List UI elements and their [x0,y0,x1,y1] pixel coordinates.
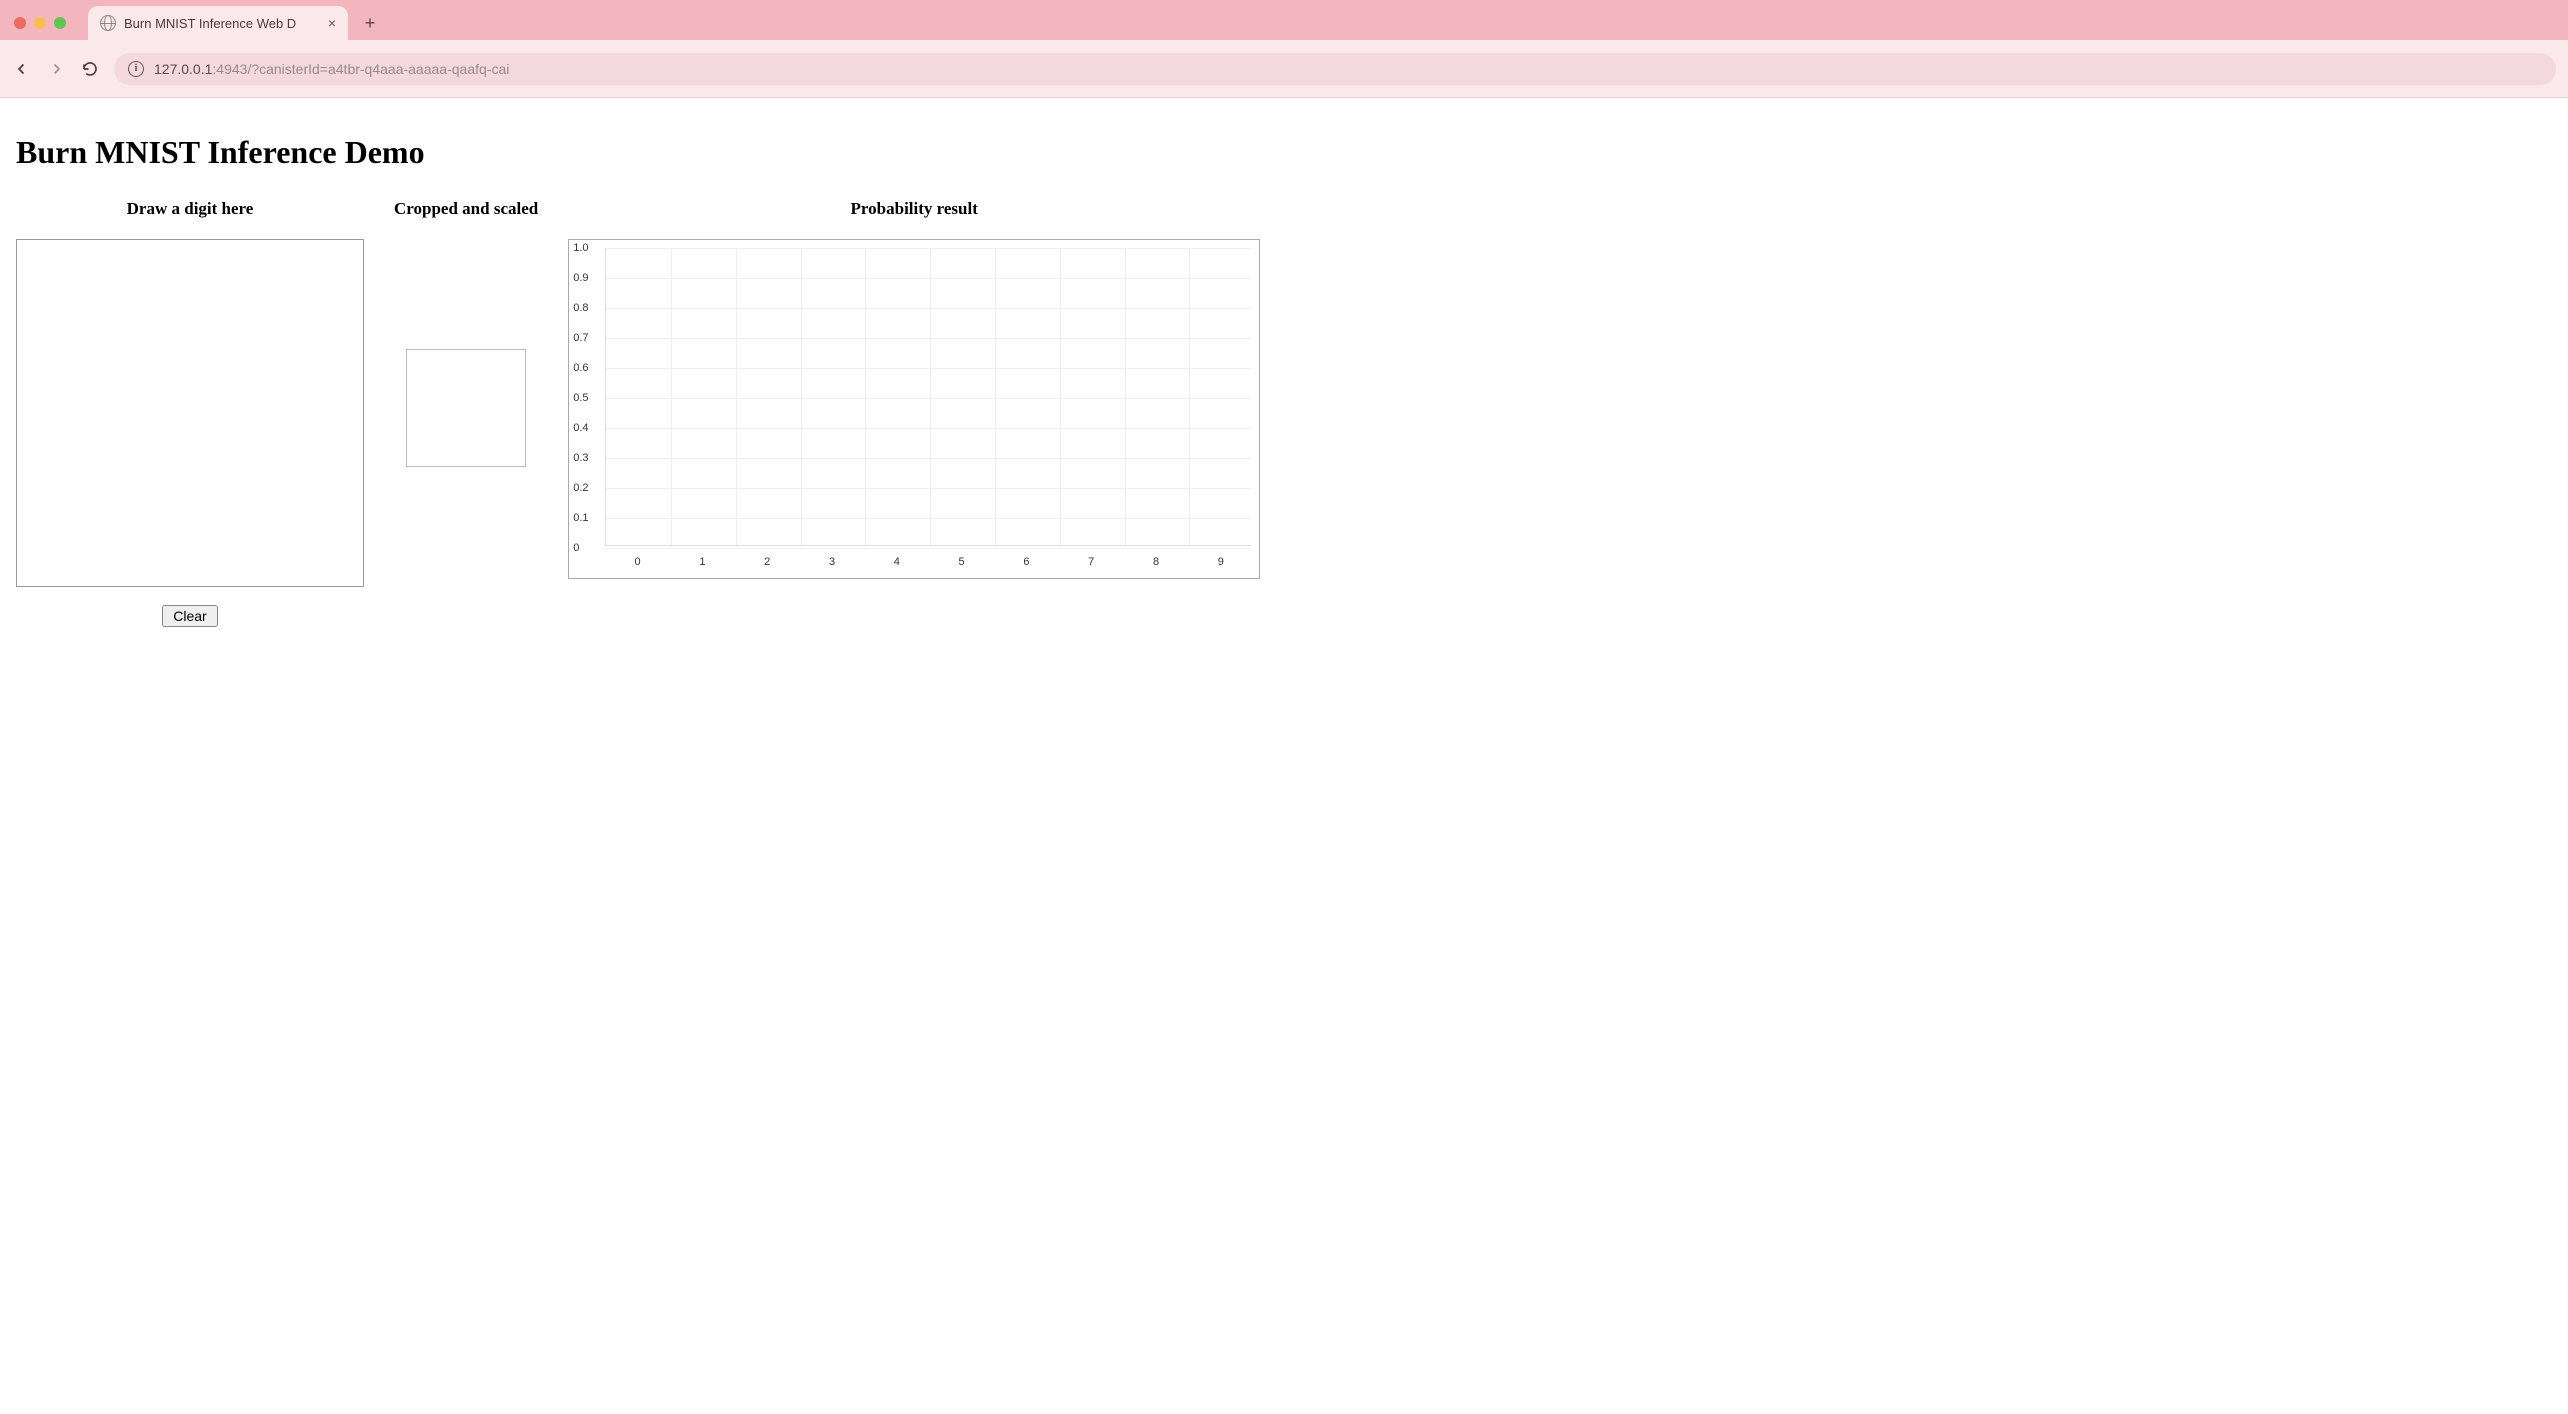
chart-ytick: 1.0 [573,242,588,254]
url-host: 127.0.0.1 [154,61,212,77]
chart-ytick: 0.2 [573,482,588,494]
result-header: Probability result [851,199,978,219]
window-controls [14,17,66,29]
draw-header: Draw a digit here [127,199,254,219]
back-button[interactable] [12,59,32,79]
page-content: Burn MNIST Inference Demo Draw a digit h… [0,98,2568,643]
site-info-icon[interactable]: i [128,61,144,77]
reload-button[interactable] [80,59,100,79]
chart-ytick: 0 [573,542,579,554]
browser-chrome: Burn MNIST Inference Web D × + i 127.0.0… [0,0,2568,98]
chart-xtick: 3 [829,556,835,568]
main-columns: Draw a digit here Clear Cropped and scal… [16,199,2552,627]
browser-toolbar: i 127.0.0.1:4943/?canisterId=a4tbr-q4aaa… [0,40,2568,98]
close-tab-icon[interactable]: × [328,15,336,31]
chart-xtick: 4 [894,556,900,568]
chart-ytick: 0.5 [573,392,588,404]
new-tab-button[interactable]: + [356,9,384,37]
probability-chart: 1.0 0.9 0.8 0.7 0.6 0.5 0.4 0.3 0.2 0.1 0 0 1 2 3 4 5 6 7 8… [568,239,1260,579]
address-bar[interactable]: i 127.0.0.1:4943/?canisterId=a4tbr-q4aaa… [114,53,2556,85]
chart-ytick: 0.9 [573,272,588,284]
chart-plot-area [605,248,1251,546]
url-path: /?canisterId=a4tbr-q4aaa-aaaaa-qaafq-cai [247,61,509,77]
chart-xtick: 7 [1088,556,1094,568]
forward-button[interactable] [46,59,66,79]
chart-ytick: 0.4 [573,422,588,434]
globe-icon [100,15,116,31]
chart-xtick: 6 [1023,556,1029,568]
chart-ytick: 0.3 [573,452,588,464]
chart-ytick: 0.7 [573,332,588,344]
chart-ytick: 0.1 [573,512,588,524]
url-display: 127.0.0.1:4943/?canisterId=a4tbr-q4aaa-a… [154,61,509,77]
tab-strip: Burn MNIST Inference Web D × + [0,0,2568,40]
tab-title: Burn MNIST Inference Web D [124,16,296,31]
browser-tab[interactable]: Burn MNIST Inference Web D × [88,6,348,40]
chart-ytick: 0.8 [573,302,588,314]
chart-xtick: 1 [699,556,705,568]
chart-xtick: 8 [1153,556,1159,568]
result-column: Probability result 1.0 0.9 0.8 0.7 0.6 0.5 0.4… [568,199,1260,579]
minimize-window-button[interactable] [34,17,46,29]
clear-button[interactable]: Clear [162,605,217,627]
close-window-button[interactable] [14,17,26,29]
maximize-window-button[interactable] [54,17,66,29]
scaled-header: Cropped and scaled [394,199,538,219]
draw-canvas[interactable] [16,239,364,587]
arrow-right-icon [47,60,65,78]
chart-xtick: 5 [959,556,965,568]
chart-xtick: 0 [635,556,641,568]
chart-xtick: 9 [1218,556,1224,568]
url-port: :4943 [212,61,247,77]
draw-column: Draw a digit here Clear [16,199,364,627]
reload-icon [81,60,99,78]
scaled-column: Cropped and scaled [394,199,538,467]
page-title: Burn MNIST Inference Demo [16,134,2552,171]
chart-ytick: 0.6 [573,362,588,374]
arrow-left-icon [13,60,31,78]
chart-xtick: 2 [764,556,770,568]
scaled-canvas [406,349,526,467]
